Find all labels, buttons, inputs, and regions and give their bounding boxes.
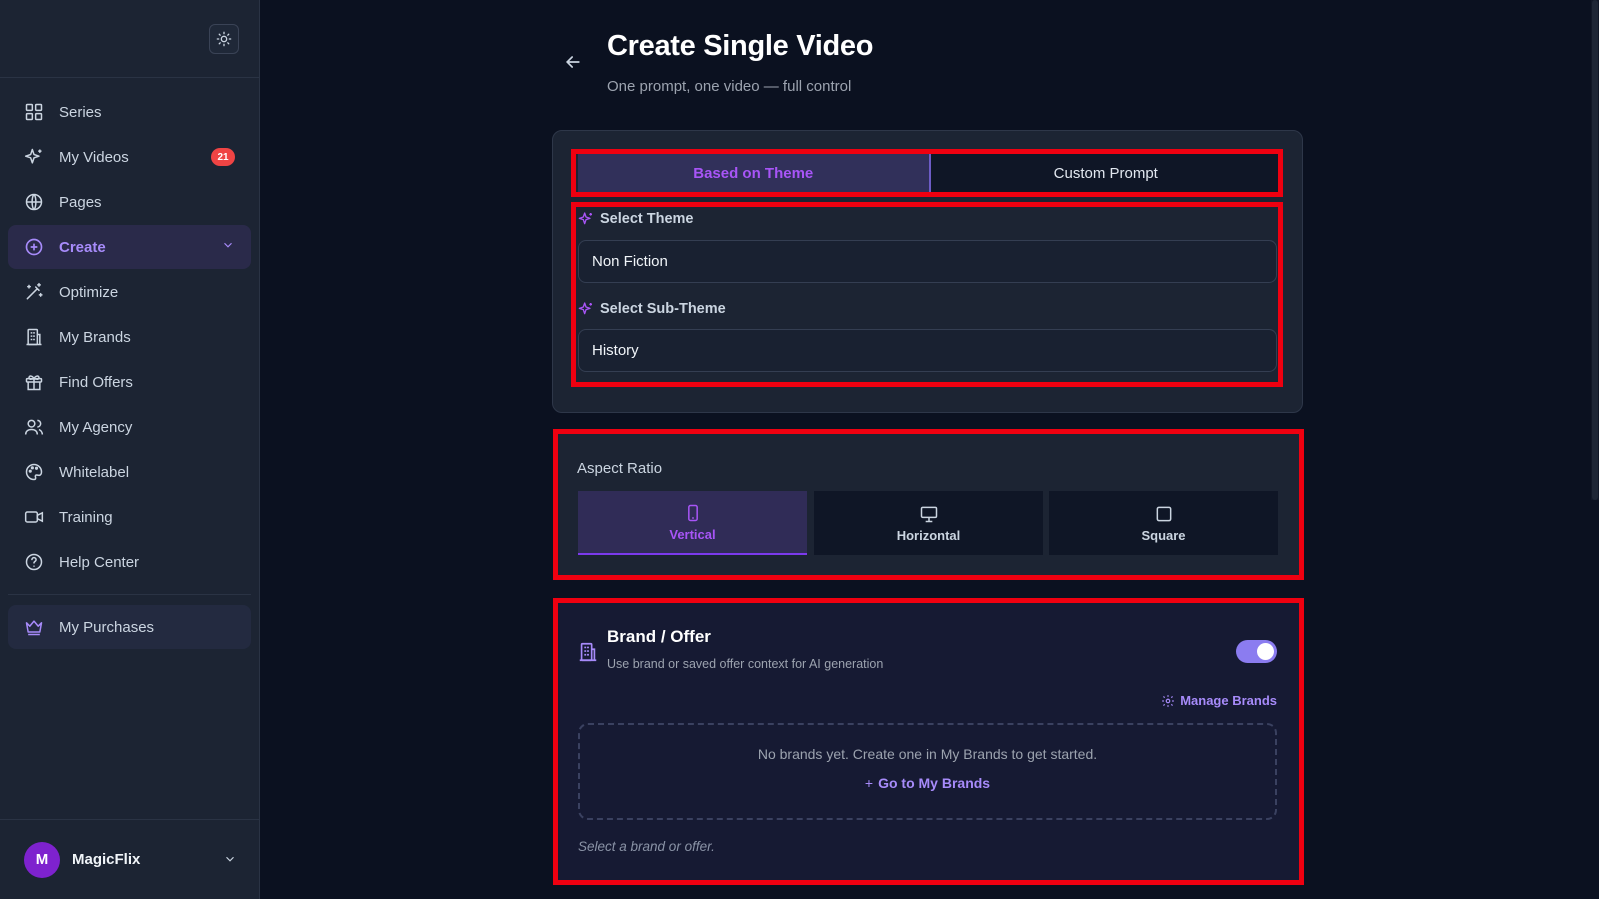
sidebar-header — [0, 0, 259, 78]
sidebar-item-label: Help Center — [59, 553, 140, 571]
sidebar-item-my-brands[interactable]: My Brands — [8, 315, 251, 359]
sidebar-item-optimize[interactable]: Optimize — [8, 270, 251, 314]
sidebar-item-label: My Brands — [59, 328, 131, 346]
user-menu[interactable]: M MagicFlix — [0, 819, 259, 899]
gift-icon — [24, 372, 44, 392]
sidebar-item-find-offers[interactable]: Find Offers — [8, 360, 251, 404]
sidebar-item-label: Find Offers — [59, 373, 133, 391]
sidebar-item-help-center[interactable]: Help Center — [8, 540, 251, 584]
sidebar-item-my-agency[interactable]: My Agency — [8, 405, 251, 449]
video-icon — [24, 507, 44, 527]
sparkles-icon — [24, 147, 44, 167]
help-icon — [24, 552, 44, 572]
sidebar-item-label: My Agency — [59, 418, 133, 436]
sidebar-item-label: Pages — [59, 193, 102, 211]
avatar: M — [24, 841, 60, 878]
sidebar: Series My Videos 21 Pages Create Optimiz… — [0, 0, 260, 899]
chevron-down-icon — [221, 238, 235, 256]
sidebar-item-label: Create — [59, 238, 106, 256]
highlight-box-theme-fields — [571, 202, 1283, 387]
palette-icon — [24, 462, 44, 482]
plus-circle-icon — [24, 237, 44, 257]
sidebar-item-series[interactable]: Series — [8, 90, 251, 134]
page-subtitle: One prompt, one video — full control — [607, 78, 852, 95]
chevron-down-icon — [223, 852, 237, 871]
sidebar-item-my-videos[interactable]: My Videos 21 — [8, 135, 251, 179]
sun-icon — [216, 31, 232, 47]
building-icon — [24, 327, 44, 347]
sidebar-item-whitelabel[interactable]: Whitelabel — [8, 450, 251, 494]
sidebar-item-create[interactable]: Create — [8, 225, 251, 269]
arrow-left-icon — [565, 56, 580, 68]
sidebar-item-training[interactable]: Training — [8, 495, 251, 539]
scrollbar-thumb[interactable] — [1592, 0, 1598, 500]
page-title: Create Single Video — [607, 30, 874, 62]
highlight-box-brand-offer — [553, 598, 1304, 885]
globe-icon — [24, 192, 44, 212]
users-icon — [24, 417, 44, 437]
sidebar-item-label: Training — [59, 508, 113, 526]
sidebar-item-pages[interactable]: Pages — [8, 180, 251, 224]
sidebar-item-label: Whitelabel — [59, 463, 130, 481]
wand-icon — [24, 282, 44, 302]
theme-toggle-button[interactable] — [209, 24, 239, 54]
sidebar-nav: Series My Videos 21 Pages Create Optimiz… — [0, 78, 259, 649]
sidebar-item-label: Series — [59, 103, 102, 121]
sidebar-item-label: Optimize — [59, 283, 119, 301]
back-button[interactable] — [563, 52, 583, 72]
video-count-badge: 21 — [211, 148, 235, 166]
grid-icon — [24, 102, 44, 122]
page-scrollbar[interactable] — [1591, 0, 1599, 500]
crown-icon — [24, 617, 44, 637]
sidebar-item-label: My Purchases — [59, 618, 155, 636]
sidebar-item-my-purchases[interactable]: My Purchases — [8, 605, 251, 649]
sidebar-item-label: My Videos — [59, 148, 129, 166]
user-name: MagicFlix — [72, 851, 141, 868]
highlight-box-aspect-ratio — [553, 429, 1304, 580]
highlight-box-tabs — [571, 149, 1283, 197]
sidebar-divider — [8, 594, 251, 595]
